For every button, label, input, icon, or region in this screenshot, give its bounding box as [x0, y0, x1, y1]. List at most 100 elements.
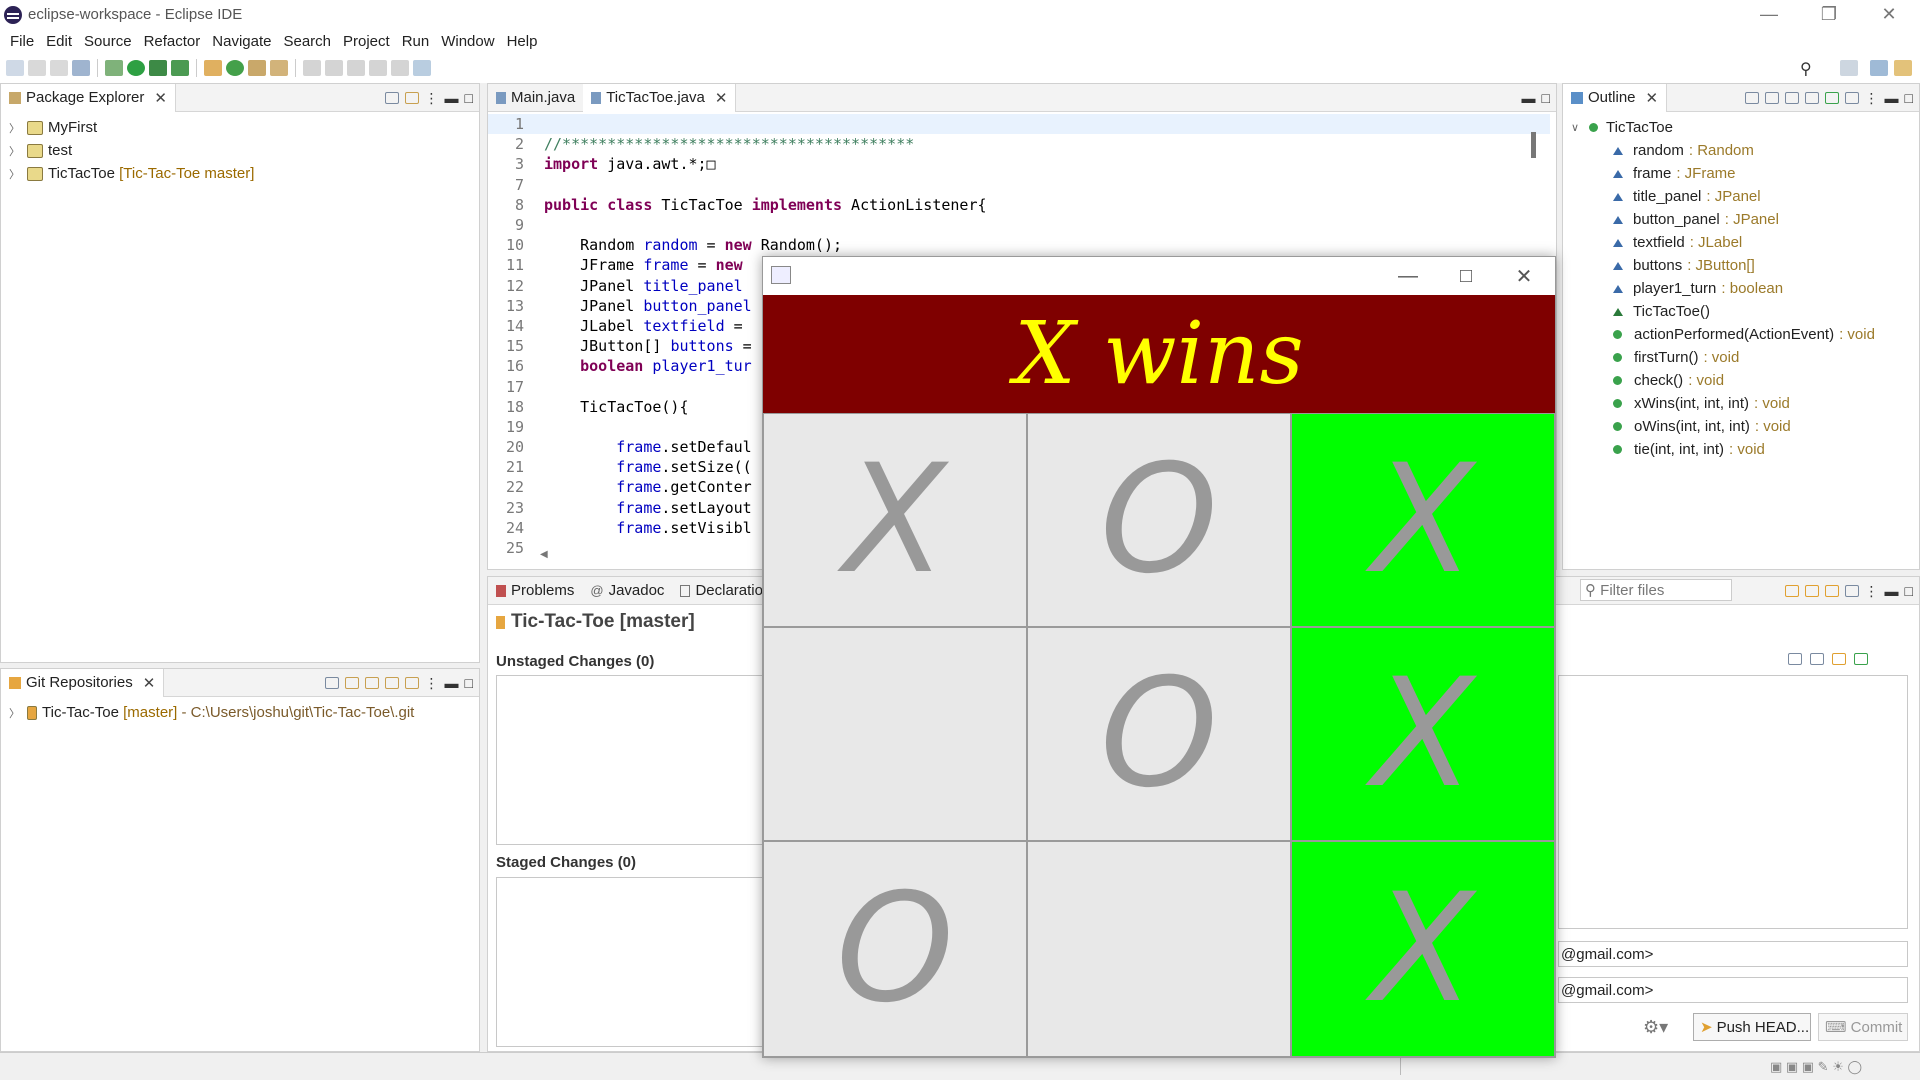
menu-file[interactable]: File [4, 33, 40, 50]
minimize-button[interactable]: — [1740, 0, 1798, 29]
menu-search[interactable]: Search [277, 33, 337, 50]
view-menu-icon[interactable]: ⋮ [1865, 583, 1879, 600]
board-cell[interactable]: O [1027, 627, 1291, 841]
push-head-button[interactable]: ➤ Push HEAD... [1693, 1013, 1811, 1041]
collapse-icon[interactable]: ∨ [1571, 121, 1583, 134]
unstaged-changes-list[interactable] [496, 675, 766, 845]
menu-run[interactable]: Run [396, 33, 436, 50]
restore-button[interactable]: ❐ [1800, 0, 1858, 29]
close-icon[interactable]: ✕ [715, 89, 728, 107]
tree-item[interactable]: 〉 test [1, 139, 479, 162]
close-button[interactable]: ✕ [1860, 0, 1918, 29]
tab-package-explorer[interactable]: Package Explorer ✕ [1, 83, 176, 112]
tree-item[interactable]: 〉 MyFirst [1, 116, 479, 139]
outline-method[interactable]: xWins(int, int, int): void [1563, 392, 1919, 415]
board-cell[interactable] [1027, 841, 1291, 1057]
minimize-view-icon[interactable]: ▬ [1885, 583, 1899, 599]
tab-javadoc[interactable]: @ Javadoc [582, 577, 672, 605]
maximize-view-icon[interactable]: □ [465, 90, 473, 106]
outline-field[interactable]: buttons: JButton[] [1563, 254, 1919, 277]
expand-icon[interactable]: 〉 [9, 166, 21, 182]
outline-method[interactable]: tie(int, int, int): void [1563, 438, 1919, 461]
repository-select-icon[interactable] [1824, 585, 1839, 597]
tab-tictactoe-java[interactable]: TicTacToe.java ✕ [583, 83, 737, 112]
link-selection-icon[interactable] [1804, 585, 1819, 597]
menu-edit[interactable]: Edit [40, 33, 78, 50]
tree-item[interactable]: 〉 Tic-Tac-Toe [master] - C:\Users\joshu\g… [1, 701, 479, 724]
code-line[interactable]: 1 [488, 114, 1550, 135]
coverage-icon[interactable] [149, 60, 167, 76]
expand-icon[interactable]: 〉 [9, 705, 21, 721]
author-field[interactable]: @gmail.com> [1558, 941, 1908, 967]
amend-icon[interactable] [1832, 653, 1846, 665]
search-icon[interactable]: ⚲ [1800, 59, 1812, 79]
outline-method[interactable]: firstTurn(): void [1563, 346, 1919, 369]
close-icon[interactable]: ✕ [1646, 89, 1659, 107]
link-with-editor-icon[interactable] [404, 92, 419, 104]
next-annotation-icon[interactable] [347, 60, 365, 76]
vertical-scrollbar[interactable] [1531, 132, 1536, 158]
tab-main-java[interactable]: Main.java [488, 84, 583, 112]
add-change-id-icon[interactable] [1810, 653, 1824, 665]
board-cell[interactable]: O [1027, 413, 1291, 627]
push-icon[interactable] [1854, 653, 1868, 665]
pin-editor-icon[interactable] [413, 60, 431, 76]
save-all-icon[interactable] [50, 60, 68, 76]
expand-icon[interactable]: 〉 [9, 143, 21, 159]
tree-item[interactable]: 〉 TicTacToe [Tic-Tac-Toe master] [1, 162, 479, 185]
minimize-view-icon[interactable]: ▬ [1885, 90, 1899, 106]
menu-source[interactable]: Source [78, 33, 138, 50]
filter-files-input[interactable]: ⚲ Filter files [1580, 579, 1732, 601]
game-minimize-button[interactable]: — [1379, 257, 1437, 295]
game-close-button[interactable]: ✕ [1495, 257, 1553, 295]
add-repo-icon[interactable] [364, 677, 379, 689]
debug-icon[interactable] [105, 60, 123, 76]
layout-icon[interactable] [1844, 585, 1859, 597]
terminal-icon[interactable] [72, 60, 90, 76]
expand-icon[interactable]: 〉 [9, 120, 21, 136]
run-icon[interactable] [127, 60, 145, 76]
outline-method[interactable]: check(): void [1563, 369, 1919, 392]
outline-field[interactable]: textfield: JLabel [1563, 231, 1919, 254]
search-tool-icon[interactable] [270, 60, 288, 76]
prev-annotation-icon[interactable] [325, 60, 343, 76]
code-line[interactable]: 9 [488, 215, 1550, 235]
tab-outline[interactable]: Outline ✕ [1563, 83, 1668, 112]
board-cell[interactable]: X [1291, 841, 1555, 1057]
collapse-all-icon[interactable] [384, 92, 399, 104]
maximize-view-icon[interactable]: □ [1905, 90, 1913, 106]
outline-field[interactable]: random: Random [1563, 139, 1919, 162]
code-line[interactable]: 10 Random random = new Random(); [488, 235, 1550, 255]
board-cell[interactable]: X [763, 413, 1027, 627]
minimize-view-icon[interactable]: ▬ [445, 90, 459, 106]
board-cell[interactable]: X [1291, 413, 1555, 627]
outline-field[interactable]: title_panel: JPanel [1563, 185, 1919, 208]
back-icon[interactable] [369, 60, 387, 76]
open-perspective-icon[interactable] [1840, 60, 1858, 76]
sign-off-icon[interactable] [1788, 653, 1802, 665]
save-icon[interactable] [28, 60, 46, 76]
view-menu-icon[interactable]: ⋮ [425, 675, 439, 692]
minimize-view-icon[interactable]: ▬ [1522, 90, 1536, 106]
refresh-icon[interactable] [1784, 585, 1799, 597]
commit-button[interactable]: ⌨ Commit [1818, 1013, 1908, 1041]
maximize-view-icon[interactable]: □ [465, 675, 473, 691]
maximize-view-icon[interactable]: □ [1905, 583, 1913, 599]
new-icon[interactable] [6, 60, 24, 76]
maximize-view-icon[interactable]: □ [1542, 90, 1550, 106]
code-line[interactable]: 7 [488, 175, 1550, 195]
hide-nonpublic-icon[interactable] [1824, 92, 1839, 104]
external-tools-icon[interactable] [171, 60, 189, 76]
new-java-class-icon[interactable] [226, 60, 244, 76]
committer-field[interactable]: @gmail.com> [1558, 977, 1908, 1003]
java-perspective-icon[interactable] [1870, 60, 1888, 76]
menu-project[interactable]: Project [337, 33, 396, 50]
board-cell[interactable] [763, 627, 1027, 841]
staged-changes-list[interactable] [496, 877, 766, 1047]
minimize-view-icon[interactable]: ▬ [445, 675, 459, 691]
open-type-icon[interactable] [248, 60, 266, 76]
forward-icon[interactable] [391, 60, 409, 76]
sort-icon[interactable] [1764, 92, 1779, 104]
git-perspective-icon[interactable] [1894, 60, 1912, 76]
menu-refactor[interactable]: Refactor [138, 33, 207, 50]
